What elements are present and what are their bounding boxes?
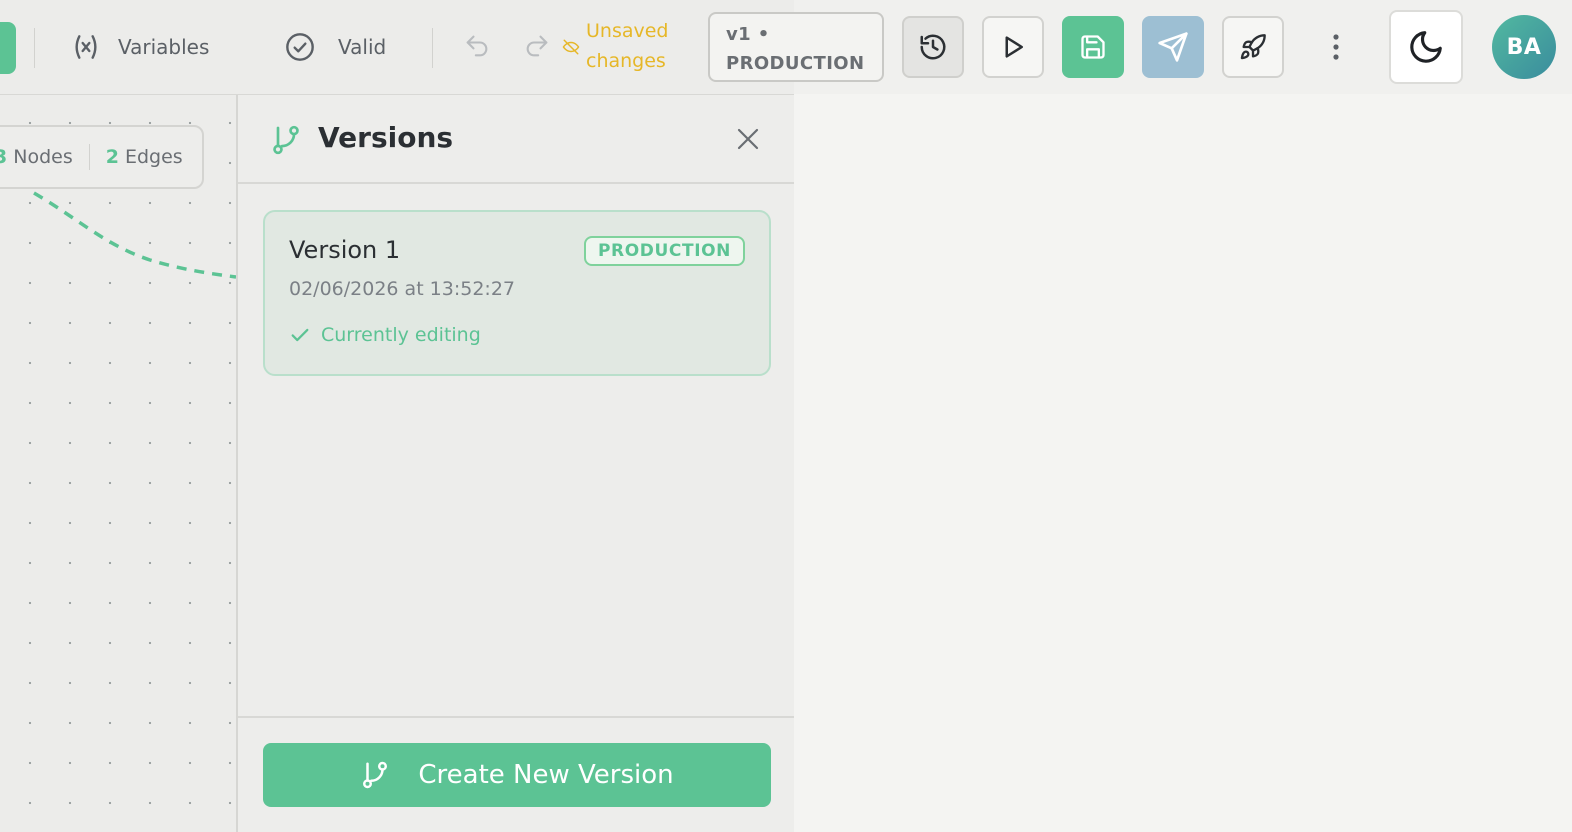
more-options-button[interactable] [1318,22,1354,72]
close-icon [737,128,759,150]
save-button[interactable] [1062,16,1124,78]
version-date: 02/06/2026 at 13:52:27 [289,278,516,300]
toolbar-divider [432,28,433,68]
theme-toggle-button[interactable] [1389,10,1463,84]
version-status: Currently editing [289,324,481,346]
send-icon [1158,32,1188,62]
redo-icon [526,35,548,57]
valid-label: Valid [338,35,387,59]
function-x-icon [75,35,97,59]
git-branch-icon [273,125,299,155]
check-circle-icon [286,33,314,61]
version-selector[interactable]: v1 • PRODUCTION [708,12,884,82]
create-new-version-label: Create New Version [418,760,674,790]
undo-icon [466,35,488,57]
unsaved-changes-indicator: Unsaved changes [562,16,686,76]
sidebar-toggle-button[interactable] [0,22,16,74]
toolbar-divider [34,28,35,68]
canvas-stats: 3 Nodes 2 Edges [0,125,204,189]
play-icon [1005,36,1023,58]
eye-off-icon [562,39,580,55]
versions-panel-footer: Create New Version [238,716,794,832]
save-icon [1081,35,1105,59]
rocket-icon [1240,34,1266,60]
variables-button[interactable]: Variables [70,22,209,72]
stats-divider [88,144,90,170]
flow-canvas[interactable]: 3 Nodes 2 Edges [0,95,236,832]
variables-label: Variables [118,35,210,59]
version-history-button[interactable] [902,16,964,78]
top-toolbar: Variables Valid Unsaved changes v1 • PRO… [0,0,1572,95]
versions-panel-header: Versions [238,95,794,184]
close-panel-button[interactable] [732,123,764,155]
panel-title: Versions [318,121,454,154]
create-new-version-button[interactable]: Create New Version [263,743,771,807]
versions-panel: Versions Version 1 PRODUCTION 02/06/2026… [236,95,794,832]
unsaved-label: Unsaved changes [586,20,669,72]
run-button[interactable] [982,16,1044,78]
more-vertical-icon [1333,34,1339,60]
user-avatar[interactable]: BA [1492,15,1556,79]
nodes-label: Nodes [13,146,73,168]
undo-button[interactable] [459,28,495,64]
production-badge: PRODUCTION [584,236,745,266]
edges-label: Edges [124,146,183,168]
history-icon [920,34,946,60]
version-name: Version 1 [289,236,401,264]
deploy-button[interactable] [1222,16,1284,78]
edges-count: 2 [105,146,119,168]
redo-button[interactable] [519,28,555,64]
git-branch-icon [363,761,388,789]
publish-button[interactable] [1142,16,1204,78]
moon-icon [1410,31,1442,63]
check-icon [291,328,309,342]
version-card[interactable]: Version 1 PRODUCTION 02/06/2026 at 13:52… [263,210,771,376]
validation-status[interactable]: Valid [284,22,386,72]
version-status-label: Currently editing [321,324,481,346]
nodes-count: 3 [0,146,8,168]
